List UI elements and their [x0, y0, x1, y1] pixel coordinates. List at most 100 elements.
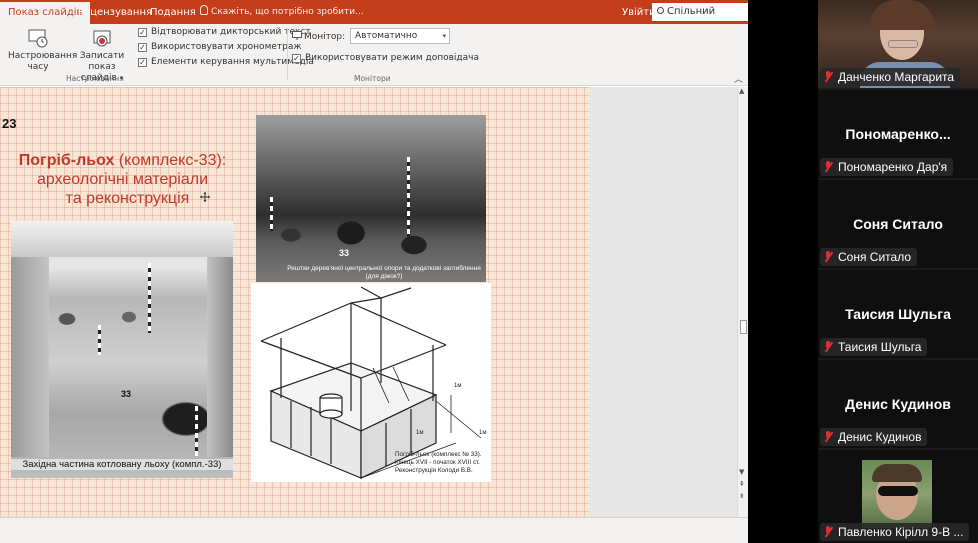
measuring-rod — [195, 406, 198, 456]
participant-name: Данченко Маргарита — [838, 70, 955, 84]
tell-me-search[interactable]: Скажіть, що потрібно зробити... — [200, 0, 364, 24]
media-controls-label: Елементи керування мультимедіа — [151, 57, 314, 67]
tab-review[interactable]: Рецензування — [78, 0, 152, 24]
rehearse-timings-button[interactable]: Настроювання часу — [8, 27, 77, 73]
title-line-2: археологічні матеріали — [36, 171, 209, 188]
mic-muted-icon — [823, 251, 833, 263]
participant-label: Денис Кудинов — [820, 428, 928, 446]
mic-muted-icon — [823, 71, 833, 83]
participants-panel: Данченко Маргарита Пономаренко... Понома… — [818, 0, 978, 543]
ribbon: Настроювання часу Записати показ слайдів… — [0, 24, 748, 86]
dimension-label: 1м — [416, 430, 424, 436]
mic-muted-icon — [823, 341, 833, 353]
chevron-down-icon: ▾ — [442, 32, 446, 40]
hair — [870, 0, 934, 30]
participant-tile[interactable]: Павленко Кірілл 9-В ... — [818, 450, 978, 543]
record-icon — [93, 30, 111, 47]
participant-name: Денис Кудинов — [838, 430, 922, 444]
person-icon — [657, 7, 664, 14]
hair — [872, 464, 922, 482]
participant-tile[interactable]: Денис Кудинов Денис Кудинов — [818, 360, 978, 448]
participant-name: Пономаренко Дар'я — [838, 160, 948, 174]
participant-label: Соня Ситало — [820, 248, 918, 266]
rehearse-timings-icon — [28, 29, 48, 48]
screen: { "ribbon_tabs": { "slideshow": "Показ с… — [0, 0, 978, 543]
checkbox-checked: ✓ — [292, 54, 301, 63]
group-separator — [287, 28, 288, 80]
drawing-caption-line: Кінець XVII - початок XVIII ст. — [395, 459, 480, 466]
drawing-caption-line: Реконструкція Колоди В.В. — [395, 467, 473, 474]
dimension-label: 1м — [479, 430, 487, 436]
collapse-ribbon-icon[interactable]: ︿ — [734, 72, 743, 85]
checkbox-checked: ✓ — [138, 43, 147, 52]
rehearse-timings-label: Настроювання часу — [8, 51, 78, 72]
drawing-caption-line: Погріб-льох (комплекс № 33). — [395, 451, 482, 458]
share-button[interactable]: Спільний доступ — [652, 3, 748, 35]
slide: 23 Погріб-льох (комплекс-33): археологіч… — [0, 87, 589, 517]
use-timings-label: Використовувати хронометраж — [151, 42, 302, 52]
monitor-select[interactable]: Автоматично ▾ — [350, 28, 450, 44]
checkbox-checked: ✓ — [138, 28, 147, 37]
participant-video — [862, 460, 932, 528]
scroll-thumb[interactable] — [740, 320, 747, 334]
monitor-label: Монітор: — [292, 31, 345, 42]
reconstruction-drawing: 1м 1м 1м Погріб-льох (комплекс № 33). Кі… — [251, 283, 491, 482]
title-line-1: Погріб-льох (комплекс-33): — [0, 151, 245, 170]
mic-muted-icon — [823, 161, 833, 173]
measuring-rod — [148, 263, 151, 333]
pit-wall — [11, 257, 49, 457]
photo-top-number: 33 — [339, 248, 350, 258]
tab-view[interactable]: Подання — [150, 0, 196, 24]
status-bar — [0, 517, 748, 543]
participant-name: Таисия Шульга — [838, 340, 922, 354]
measuring-rod — [407, 157, 410, 237]
scroll-up-arrow-icon[interactable]: ▲ — [739, 87, 744, 95]
participant-display-name: Соня Ситало — [853, 216, 943, 232]
participant-display-name: Таисия Шульга — [845, 306, 951, 322]
participant-tile[interactable]: Таисия Шульга Таисия Шульга — [818, 270, 978, 358]
ribbon-tab-bar: Показ слайдів Рецензування Подання Скажі… — [0, 0, 748, 35]
participant-tile[interactable]: Пономаренко... Пономаренко Дар'я — [818, 90, 978, 178]
excavation-photo-left: 33 Західна частина котловану льоху (комп… — [11, 221, 233, 478]
participant-tile[interactable]: Соня Ситало Соня Ситало — [818, 180, 978, 268]
play-narrations-checkbox[interactable]: ✓ Відтворювати дикторський текст — [138, 26, 311, 38]
sign-in-link[interactable]: Увійти — [622, 0, 656, 24]
glasses — [888, 40, 918, 48]
presenter-view-label: Використовувати режим доповідача — [305, 53, 479, 63]
participant-tile[interactable]: Данченко Маргарита — [818, 0, 978, 88]
pit-edge — [11, 221, 233, 257]
photo-top-caption: Рештки дерев'яної центральної опори та д… — [287, 265, 481, 280]
measuring-rod — [270, 197, 273, 231]
title-bold: Погріб-льох — [18, 152, 115, 169]
drawing-caption: Погріб-льох (комплекс № 33). Кінець XVII… — [395, 451, 491, 475]
participant-display-name: Денис Кудинов — [845, 396, 951, 412]
use-timings-checkbox[interactable]: ✓ Використовувати хронометраж — [138, 41, 301, 53]
scroll-down-arrow-icon[interactable]: ▼ — [739, 468, 744, 476]
monitor-label-text: Монітор: — [304, 32, 346, 42]
checkbox-checked: ✓ — [138, 58, 147, 67]
tell-me-text: Скажіть, що потрібно зробити... — [211, 7, 364, 17]
previous-slide-icon[interactable]: ⇞ — [739, 480, 745, 488]
participant-label: Данченко Маргарита — [820, 68, 961, 86]
monitor-icon — [292, 31, 302, 40]
participant-label: Таисия Шульга — [820, 338, 928, 356]
mic-muted-icon — [823, 526, 833, 538]
participant-label: Павленко Кірілл 9-В ... — [820, 523, 970, 541]
excavation-photo-top: 33 Рештки дерев'яної центральної опори т… — [256, 115, 486, 282]
vertical-scrollbar[interactable]: ▲ ▼ ⇞ ⇟ — [737, 87, 748, 517]
participant-label: Пономаренко Дар'я — [820, 158, 954, 176]
group-label-setup: Настроювання — [66, 74, 124, 83]
presenter-view-checkbox[interactable]: ✓ Використовувати режим доповідача — [292, 52, 479, 64]
slide-number: 23 — [2, 116, 17, 131]
photo-left-number: 33 — [121, 389, 132, 399]
measuring-rod — [98, 325, 101, 355]
dimension-label: 1м — [454, 383, 462, 389]
title-rest: (комплекс-33): — [114, 152, 227, 169]
next-slide-icon[interactable]: ⇟ — [739, 492, 745, 500]
move-cursor-icon — [200, 192, 210, 202]
tab-slideshow[interactable]: Показ слайдів — [0, 2, 91, 24]
pit-wall — [207, 257, 233, 457]
lightbulb-icon — [200, 5, 208, 15]
powerpoint-window: Показ слайдів Рецензування Подання Скажі… — [0, 0, 748, 543]
mic-muted-icon — [823, 431, 833, 443]
